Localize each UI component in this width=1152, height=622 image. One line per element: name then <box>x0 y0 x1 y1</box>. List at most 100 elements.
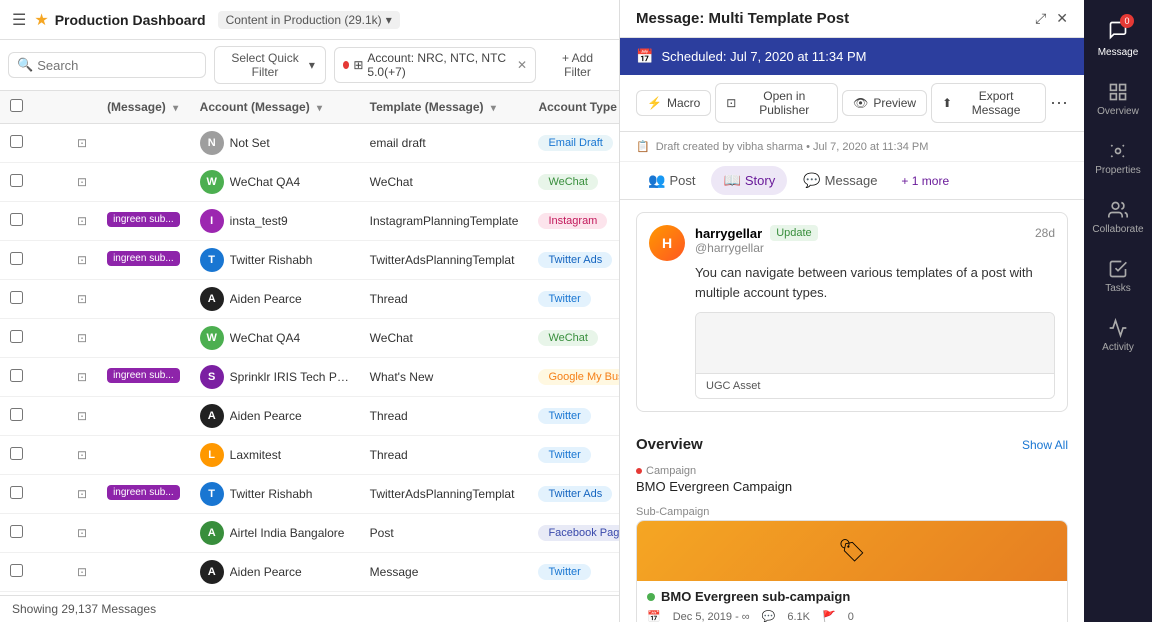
quick-filter-button[interactable]: Select Quick Filter ▾ <box>214 46 326 84</box>
row-checkbox[interactable] <box>10 330 23 343</box>
draft-icon: 📋 <box>636 140 650 153</box>
sidebar-item-overview[interactable]: Overview <box>1084 70 1152 129</box>
export-icon: ⬆ <box>942 96 952 110</box>
preview-button[interactable]: 👁 Preview <box>842 90 927 116</box>
add-filter-button[interactable]: + Add Filter <box>544 47 611 83</box>
row-menu-icon[interactable]: ⋮ <box>43 408 57 425</box>
message-actions: ⚡ Macro ⊡ Open in Publisher 👁 Preview ⬆ … <box>620 75 1084 132</box>
sub-campaign-header: 🏷 <box>637 521 1067 581</box>
row-share-icon: ⊡ <box>77 487 87 501</box>
row-checkbox[interactable] <box>10 291 23 304</box>
sidebar-item-tasks[interactable]: Tasks <box>1084 247 1152 306</box>
row-menu-icon[interactable]: ⋮ <box>43 330 57 347</box>
content-badge[interactable]: Content in Production (29.1k) ▾ <box>218 11 400 29</box>
sidebar-item-activity[interactable]: Activity <box>1084 306 1152 365</box>
scheduled-banner: 📅 Scheduled: Jul 7, 2020 at 11:34 PM <box>620 38 1084 75</box>
row-col-label: ingreen sub... <box>97 202 190 241</box>
account-filter-tag[interactable]: ⊞ Account: NRC, NTC, NTC 5.0(+7) ✕ <box>334 47 536 83</box>
account-name: Not Set <box>230 136 270 150</box>
row-checkbox[interactable] <box>10 369 23 382</box>
table-row[interactable]: ⋮ ⊡ ingreen sub... T Twitter Rishabh Twi… <box>0 475 619 514</box>
macro-button[interactable]: ⚡ Macro <box>636 90 711 116</box>
col-account-type[interactable]: Account Type (Mes...) ▾ <box>528 91 619 124</box>
row-checkbox[interactable] <box>10 252 23 265</box>
sidebar: 0 Message Overview Properties Collaborat… <box>1084 0 1152 622</box>
row-menu-icon[interactable]: ⋮ <box>43 174 57 191</box>
search-box[interactable]: 🔍 <box>8 52 206 78</box>
row-checkbox[interactable] <box>10 525 23 538</box>
account-avatar: A <box>200 287 224 311</box>
overview-title: Overview <box>636 436 703 453</box>
table-row[interactable]: ⋮ ⊡ A Airtel India Bangalore Post Facebo… <box>0 514 619 553</box>
row-checkbox[interactable] <box>10 408 23 421</box>
table-row[interactable]: ⋮ ⊡ ingreen sub... I insta_test9 Instagr… <box>0 202 619 241</box>
row-template: Message <box>360 553 529 592</box>
table-row[interactable]: ⋮ ⊡ L Laxmitest Thread Twitter <box>0 436 619 475</box>
more-tabs[interactable]: + 1 more <box>901 174 949 188</box>
row-checkbox[interactable] <box>10 213 23 226</box>
col-account[interactable]: Account (Message) ▾ <box>190 91 360 124</box>
account-avatar: A <box>200 521 224 545</box>
sidebar-item-properties[interactable]: Properties <box>1084 129 1152 188</box>
tab-message[interactable]: 💬 Message <box>791 166 889 195</box>
draft-info: 📋 Draft created by vibha sharma • Jul 7,… <box>620 132 1084 162</box>
row-col-label <box>97 397 190 436</box>
row-menu-icon[interactable]: ⋮ <box>43 291 57 308</box>
row-account: I insta_test9 <box>190 202 360 241</box>
sub-campaign-name-row: BMO Evergreen sub-campaign <box>647 589 1057 604</box>
open-publisher-button[interactable]: ⊡ Open in Publisher <box>715 83 838 123</box>
sub-campaign-card[interactable]: 🏷 BMO Evergreen sub-campaign 📅 Dec 5, 20… <box>636 520 1068 622</box>
row-menu-icon[interactable]: ⋮ <box>43 213 57 230</box>
share-button[interactable]: ⤢ <box>1035 10 1046 27</box>
tab-post[interactable]: 👥 Post <box>636 166 707 195</box>
row-menu-icon[interactable]: ⋮ <box>43 447 57 464</box>
row-checkbox[interactable] <box>10 174 23 187</box>
table-row[interactable]: ⋮ ⊡ A Aiden Pearce Message Twitter <box>0 553 619 592</box>
overview-section: Overview Show All Campaign BMO Evergreen… <box>620 424 1084 622</box>
close-button[interactable]: ✕ <box>1056 10 1068 27</box>
message-header: Message: Multi Template Post ⤢ ✕ <box>620 0 1084 38</box>
table-row[interactable]: ⋮ ⊡ A Aiden Pearce Thread Twitter <box>0 397 619 436</box>
row-menu-icon[interactable]: ⋮ <box>43 564 57 581</box>
table-row[interactable]: ⋮ ⊡ ingreen sub... T Twitter Rishabh Twi… <box>0 241 619 280</box>
row-menu-icon[interactable]: ⋮ <box>43 486 57 503</box>
table-row[interactable]: ⋮ ⊡ A Aiden Pearce Thread Twitter <box>0 280 619 319</box>
account-name: Sprinklr IRIS Tech Park,... <box>230 370 350 384</box>
row-checkbox[interactable] <box>10 135 23 148</box>
table-row[interactable]: ⋮ ⊡ W WeChat QA4 WeChat WeChat <box>0 319 619 358</box>
sidebar-item-message[interactable]: 0 Message <box>1084 8 1152 70</box>
row-menu-icon[interactable]: ⋮ <box>43 252 57 269</box>
tab-story[interactable]: 📖 Story <box>711 166 787 195</box>
row-menu-icon[interactable]: ⋮ <box>43 525 57 542</box>
more-actions-button[interactable]: ⋯ <box>1050 93 1068 114</box>
account-type-badge: Email Draft <box>538 135 612 151</box>
row-account-type: Facebook Page <box>528 514 619 553</box>
export-button[interactable]: ⬆ Export Message <box>931 83 1046 123</box>
search-icon: 🔍 <box>17 57 33 73</box>
search-input[interactable] <box>37 58 197 73</box>
col-message[interactable]: (Message) ▾ <box>97 91 190 124</box>
row-menu-icon[interactable]: ⋮ <box>43 135 57 152</box>
row-checkbox[interactable] <box>10 564 23 577</box>
close-filter-icon[interactable]: ✕ <box>517 58 527 72</box>
show-all-link[interactable]: Show All <box>1022 438 1068 452</box>
select-all-checkbox[interactable] <box>10 99 23 112</box>
label-badge: ingreen sub... <box>107 212 180 227</box>
sidebar-activity-label: Activity <box>1102 342 1134 353</box>
table-row[interactable]: ⋮ ⊡ ingreen sub... S Sprinklr IRIS Tech … <box>0 358 619 397</box>
table-row[interactable]: ⋮ ⊡ W WeChat QA4 WeChat WeChat <box>0 163 619 202</box>
hamburger-icon[interactable]: ☰ <box>12 10 26 30</box>
row-checkbox[interactable] <box>10 447 23 460</box>
col-template[interactable]: Template (Message) ▾ <box>360 91 529 124</box>
row-account-type: Email Draft <box>528 124 619 163</box>
row-checkbox[interactable] <box>10 486 23 499</box>
star-icon[interactable]: ★ <box>34 10 48 30</box>
sidebar-item-collaborate[interactable]: Collaborate <box>1084 188 1152 247</box>
row-col-label: ingreen sub... <box>97 358 190 397</box>
row-menu-icon[interactable]: ⋮ <box>43 369 57 386</box>
row-template: Thread <box>360 397 529 436</box>
account-name: WeChat QA4 <box>230 331 300 345</box>
row-template: Thread <box>360 436 529 475</box>
author-handle: @harrygellar <box>695 241 1055 255</box>
table-row[interactable]: ⋮ ⊡ N Not Set email draft Email Draft <box>0 124 619 163</box>
